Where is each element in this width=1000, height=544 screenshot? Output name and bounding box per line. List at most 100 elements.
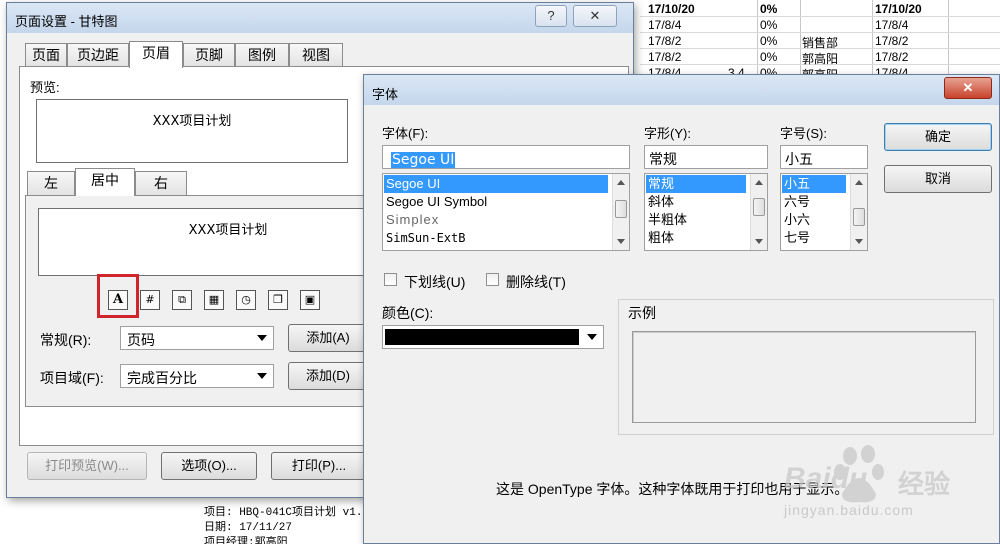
tab-legend[interactable]: 图例 xyxy=(235,43,289,67)
date-line: 日期: 17/11/27 xyxy=(204,522,293,534)
color-label: 颜色(C): xyxy=(382,305,434,321)
table-cell: 17/8/2 xyxy=(648,34,682,48)
list-item[interactable]: Segoe UI Symbol xyxy=(384,193,487,211)
project-field-combo-value: 完成百分比 xyxy=(127,370,197,386)
table-cell: 17/10/20 xyxy=(875,2,922,16)
font-dialog-titlebar: 字体 ✕ xyxy=(364,75,999,105)
watermark: Baidu 经验 jingyan.baidu.com xyxy=(780,442,990,532)
scroll-thumb[interactable] xyxy=(753,198,765,216)
watermark-suffix: 经验 xyxy=(898,470,951,500)
tab-align-center[interactable]: 居中 xyxy=(75,168,135,196)
font-style-label: 字形(Y): xyxy=(644,126,691,141)
font-style-value: 常规 xyxy=(649,152,677,168)
cancel-button[interactable]: 取消 xyxy=(884,165,992,193)
table-row: 17/10/20 0% 17/10/20 xyxy=(640,2,1000,17)
preview-text: XXX项目计划 xyxy=(152,114,232,129)
list-item[interactable]: Simplex xyxy=(384,211,439,229)
scroll-up-icon[interactable] xyxy=(855,180,863,185)
style-list-scrollbar[interactable] xyxy=(750,174,767,250)
dialog-title: 页面设置 - 甘特图 xyxy=(15,14,118,29)
table-cell: 17/8/2 xyxy=(875,50,909,64)
print-button[interactable]: 打印(P)... xyxy=(271,452,367,480)
tab-page[interactable]: 页面 xyxy=(25,43,67,67)
chevron-down-icon xyxy=(257,373,267,379)
list-item[interactable]: SimSun-ExtB xyxy=(384,229,465,247)
scroll-thumb[interactable] xyxy=(615,200,627,218)
chevron-down-icon xyxy=(587,334,597,340)
list-item[interactable]: 六号 xyxy=(782,193,810,211)
file-name-icon[interactable]: ❐ xyxy=(268,290,288,310)
tab-align-right[interactable]: 右 xyxy=(135,171,187,195)
sample-label: 示例 xyxy=(626,303,658,323)
list-item[interactable]: 七号 xyxy=(782,229,810,247)
list-item[interactable]: 粗体 xyxy=(646,229,674,247)
font-family-input[interactable]: Segoe UI xyxy=(382,145,630,169)
manager-line: 项目经理:郭高阳 xyxy=(204,537,288,544)
scroll-up-icon[interactable] xyxy=(755,180,763,185)
help-button[interactable]: ? xyxy=(535,5,567,27)
ok-button[interactable]: 确定 xyxy=(884,123,992,151)
date-icon[interactable]: ▦ xyxy=(204,290,224,310)
total-pages-icon[interactable]: ⧉ xyxy=(172,290,192,310)
close-button[interactable]: ✕ xyxy=(573,5,617,27)
table-cell: 0% xyxy=(760,50,778,64)
table-cell: 17/8/2 xyxy=(875,34,909,48)
underline-checkbox[interactable] xyxy=(384,273,397,286)
dialog-title: 字体 xyxy=(372,87,399,102)
scroll-down-icon[interactable] xyxy=(617,239,625,244)
print-preview-button[interactable]: 打印预览(W)... xyxy=(27,452,147,480)
list-item[interactable]: Segoe UI xyxy=(384,175,608,193)
tab-footer[interactable]: 页脚 xyxy=(183,43,235,67)
scroll-thumb[interactable] xyxy=(853,208,865,226)
list-item[interactable]: 小五 xyxy=(782,175,846,193)
scroll-down-icon[interactable] xyxy=(855,239,863,244)
general-label: 常规(R): xyxy=(40,332,92,348)
list-item[interactable]: 小六 xyxy=(782,211,810,229)
tab-view[interactable]: 视图 xyxy=(289,43,343,67)
table-cell: 17/8/4 xyxy=(648,18,682,32)
preview-label: 预览: xyxy=(30,80,60,95)
font-style-input[interactable]: 常规 xyxy=(644,145,768,169)
color-combo[interactable] xyxy=(382,325,604,349)
size-list-scrollbar[interactable] xyxy=(850,174,867,250)
table-cell: 销售部 xyxy=(802,36,839,50)
watermark-brand: Baidu xyxy=(784,462,868,495)
font-size-list[interactable]: 小五 六号 小六 七号 xyxy=(780,173,868,251)
page-number-icon[interactable]: # xyxy=(140,290,160,310)
scroll-down-icon[interactable] xyxy=(755,239,763,244)
list-item[interactable]: 斜体 xyxy=(646,193,674,211)
list-item[interactable]: 半粗体 xyxy=(646,211,687,229)
table-cell: 0% xyxy=(760,34,778,48)
table-row: 17/8/2 0% 销售部 17/8/2 xyxy=(640,34,1000,50)
tab-align-left[interactable]: 左 xyxy=(27,171,75,195)
sample-preview xyxy=(632,331,976,423)
general-combo[interactable]: 页码 xyxy=(120,326,274,350)
tab-header[interactable]: 页眉 xyxy=(129,41,183,68)
scroll-up-icon[interactable] xyxy=(617,180,625,185)
time-icon[interactable]: ◷ xyxy=(236,290,256,310)
color-swatch xyxy=(385,329,579,345)
strikethrough-checkbox[interactable] xyxy=(486,273,499,286)
general-add-button[interactable]: 添加(A) xyxy=(288,324,368,352)
font-family-list[interactable]: Segoe UI Segoe UI Symbol Simplex SimSun-… xyxy=(382,173,630,251)
close-button[interactable]: ✕ xyxy=(944,77,992,99)
font-style-list[interactable]: 常规 斜体 半粗体 粗体 xyxy=(644,173,768,251)
project-field-combo[interactable]: 完成百分比 xyxy=(120,364,274,388)
table-row: 17/8/4 0% 17/8/4 xyxy=(640,18,1000,33)
table-row: 17/8/2 0% 郭高阳 17/8/2 xyxy=(640,50,1000,66)
header-text-editor[interactable]: XXX项目计划 xyxy=(38,208,418,276)
insert-picture-icon[interactable]: ▣ xyxy=(300,290,320,310)
project-field-add-button[interactable]: 添加(D) xyxy=(288,362,368,390)
list-item[interactable]: 常规 xyxy=(646,175,746,193)
font-size-label: 字号(S): xyxy=(780,126,827,141)
table-cell: 郭高阳 xyxy=(802,52,839,66)
font-size-input[interactable]: 小五 xyxy=(780,145,868,169)
table-cell: 17/10/20 xyxy=(648,2,695,16)
table-cell: 17/8/4 xyxy=(875,18,909,32)
table-cell: 0% xyxy=(760,2,778,16)
font-list-scrollbar[interactable] xyxy=(612,174,629,250)
strikethrough-label: 删除线(T) xyxy=(506,274,566,290)
font-size-value: 小五 xyxy=(785,152,813,168)
options-button[interactable]: 选项(O)... xyxy=(161,452,257,480)
tab-margins[interactable]: 页边距 xyxy=(67,43,129,67)
